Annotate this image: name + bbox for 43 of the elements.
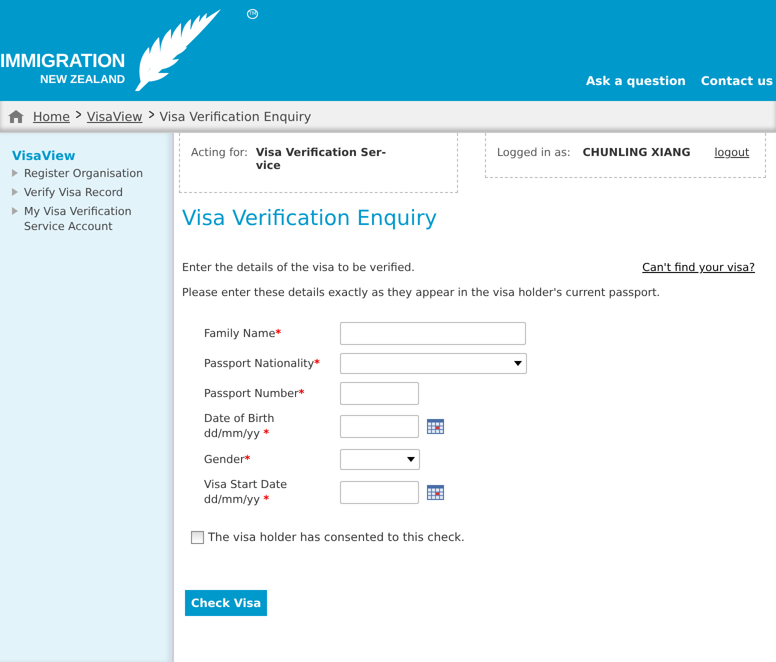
caret-icon [407,456,415,462]
chevron-icon [76,111,81,118]
field-label: Passport Number* [204,386,306,400]
sidebar-item[interactable]: My Visa Verification Service Account [24,204,154,234]
breadcrumb-link[interactable]: Home [33,109,70,124]
user-name: CHUNLING XIANG [582,146,690,159]
breadcrumb-link[interactable]: VisaView [86,109,143,124]
dropdown-field[interactable] [340,448,420,470]
input-field[interactable] [340,322,526,344]
input-field[interactable] [340,414,419,438]
sidebar-item[interactable]: Verify Visa Record [24,185,154,200]
calendar-icon[interactable] [427,484,444,500]
triangle-icon [12,188,18,196]
page-title: Visa Verification Enquiry [182,206,438,230]
field-label: Date of Birth [204,411,276,426]
acting-for-label: Acting for: [191,146,248,159]
dropdown-field[interactable] [340,352,527,374]
triangle-icon [12,207,18,215]
consent-label: The visa holder has consented to this check. [208,530,465,544]
sidebar-item[interactable]: Register Organisation [24,166,154,181]
field-label: Passport Nationality* [204,356,321,370]
triangle-icon [12,169,18,177]
acting-for-value: Visa Verification Ser-vice [256,146,388,172]
input-field[interactable] [340,480,419,504]
input-field[interactable] [340,382,419,404]
logged-in-label: Logged in as: [497,146,571,159]
logo-title: IMMIGRATION [0,51,126,73]
field-label: Visa Start Date [204,477,288,492]
date-format-hint: dd/mm/yy * [204,492,270,507]
breadcrumb-current: Visa Verification Enquiry [160,109,312,124]
intro-text: Enter the details of the visa to be verified. [182,261,415,274]
date-format-hint: dd/mm/yy * [204,426,270,441]
home-icon [8,110,24,123]
logout-link[interactable]: logout [714,146,750,159]
field-label: Family Name* [204,326,282,340]
consent-checkbox[interactable] [191,530,204,544]
chevron-icon [148,111,154,118]
logo-subtitle: NEW ZEALAND [40,73,126,87]
calendar-icon[interactable] [427,418,444,434]
field-label: Gender* [204,452,252,466]
caret-icon [514,360,522,366]
help-link[interactable]: Can't find your visa? [642,261,755,274]
instruction-text: Please enter these details exactly as they appear in the visa holder's current passport. [182,286,662,299]
